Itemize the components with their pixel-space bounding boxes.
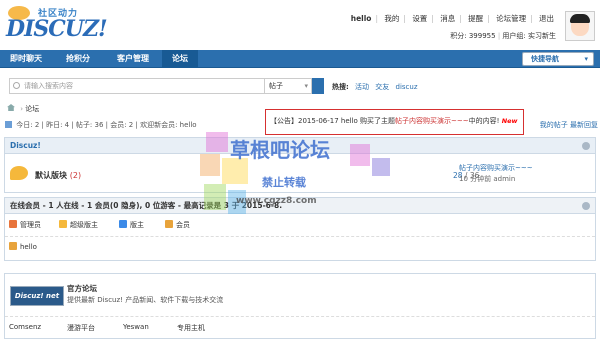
hot-search-item[interactable]: 活动 <box>355 83 369 91</box>
legend-mod: 版主 <box>119 220 144 230</box>
online-user-list: hello <box>5 236 595 256</box>
nav-item-chat[interactable]: 即时聊天 <box>0 50 52 68</box>
partner-link[interactable]: Yeswan <box>123 323 149 331</box>
member-icon <box>165 220 173 228</box>
category-title[interactable]: Discuz! <box>10 141 41 150</box>
avatar[interactable] <box>565 11 595 41</box>
search-input[interactable]: 请输入搜索内容 <box>9 78 265 94</box>
forum-today-count: (2) <box>69 171 82 180</box>
partner-link[interactable]: Comsenz <box>9 323 41 331</box>
notice-prefix: 【公告】2015-06-17 hello 购买了主题 <box>270 117 396 125</box>
official-desc: 提供最新 Discuz! 产品新闻、软件下载与技术交流 <box>67 296 224 304</box>
partner-link[interactable]: 专用主机 <box>177 323 205 333</box>
breadcrumb-forum-link[interactable]: 论坛 <box>25 105 39 113</box>
search-button[interactable] <box>312 78 324 94</box>
nav-item-customers[interactable]: 客户管理 <box>104 50 162 68</box>
collapse-icon[interactable] <box>582 202 590 210</box>
forum-row: 默认版块 (2) 28 / 36 帖子内容购买演示~~~ 10 分钟前 admi… <box>5 154 595 194</box>
avatar-hair <box>570 14 590 23</box>
stats-icon <box>5 121 12 128</box>
hot-search-item[interactable]: discuz <box>396 83 418 91</box>
search-bar: 请输入搜索内容 帖子 ▾ 热搜: 活动 交友 discuz <box>0 72 600 98</box>
user-bar: hello | 我的 | 设置 | 消息 | 提醒 | 论坛管理 | 退出 <box>350 14 554 23</box>
admin-icon <box>9 220 17 228</box>
forum-category: Discuz! 默认版块 (2) 28 / 36 帖子内容购买演示~~~ 10 … <box>4 137 596 193</box>
top-header: 社区动力 DISCUZ! hello | 我的 | 设置 | 消息 | 提醒 | 论坛管理… <box>0 0 600 48</box>
chevron-down-icon: ▾ <box>584 55 588 63</box>
partner-link[interactable]: 漫游平台 <box>67 323 95 333</box>
last-post-meta: 10 分钟前 admin <box>459 175 516 183</box>
nav-item-forum[interactable]: 论坛 <box>162 50 198 68</box>
friend-links: Discuz! net 官方论坛 提供最新 Discuz! 产品新闻、软件下载与… <box>4 273 596 339</box>
official-title[interactable]: 官方论坛 <box>67 283 97 294</box>
logout-link[interactable]: 退出 <box>539 14 554 23</box>
quick-nav-button[interactable]: 快捷导航 ▾ <box>522 52 594 66</box>
user-icon <box>9 242 17 250</box>
online-members: 在线会员 - 1 人在线 - 1 会员(0 隐身), 0 位游客 - 最高记录是… <box>4 197 596 261</box>
chevron-down-icon: ▾ <box>304 82 308 90</box>
nav-item-points[interactable]: 抢积分 <box>52 50 104 68</box>
category-header: Discuz! <box>5 138 595 154</box>
forum-admin-link[interactable]: 论坛管理 <box>496 14 526 23</box>
official-logo[interactable]: Discuz! net <box>10 286 64 306</box>
user-points[interactable]: 积分: 399955 <box>450 32 495 40</box>
online-user[interactable]: hello <box>9 242 37 251</box>
search-type-label: 帖子 <box>269 82 283 90</box>
stats-text: 今日: 2 | 昨日: 4 | 帖子: 36 | 会员: 2 | 欢迎新会员: … <box>16 121 197 129</box>
partner-links: Comsenz 漫游平台 Yeswan 专用主机 <box>5 316 595 338</box>
quick-nav-label: 快捷导航 <box>531 55 559 63</box>
messages-link[interactable]: 消息 <box>440 14 455 23</box>
legend-admin: 管理员 <box>9 220 41 230</box>
legend-member: 会员 <box>165 220 190 230</box>
online-header: 在线会员 - 1 人在线 - 1 会员(0 隐身), 0 位游客 - 最高记录是… <box>5 198 595 214</box>
forum-bubble-icon <box>10 166 28 180</box>
user-info: 积分: 399955 | 用户组: 实习新生 <box>450 32 556 40</box>
user-name-link[interactable]: hello <box>351 14 372 23</box>
group-legend: 管理员 超级版主 版主 会员 <box>5 214 595 236</box>
super-mod-icon <box>59 220 67 228</box>
settings-link[interactable]: 设置 <box>412 14 427 23</box>
new-badge: New <box>501 117 518 125</box>
search-type-select[interactable]: 帖子 ▾ <box>264 78 312 94</box>
hot-searches: 热搜: 活动 交友 discuz <box>332 82 422 92</box>
breadcrumb: › 论坛 <box>7 104 39 114</box>
hot-search-item[interactable]: 交友 <box>375 83 389 91</box>
legend-super-mod: 超级版主 <box>59 220 98 230</box>
notice-suffix: 中的内容! <box>468 117 500 125</box>
home-icon[interactable] <box>7 104 15 111</box>
last-post-link[interactable]: 帖子内容购买演示~~~ <box>459 163 533 173</box>
my-link[interactable]: 我的 <box>384 14 399 23</box>
online-title: 在线会员 - 1 人在线 - 1 会员(0 隐身), 0 位游客 - 最高记录是… <box>10 201 283 210</box>
collapse-icon[interactable] <box>582 142 590 150</box>
main-nav: 即时聊天 抢积分 客户管理 论坛 快捷导航 ▾ <box>0 50 600 68</box>
announcement-notice[interactable]: 【公告】2015-06-17 hello 购买了主题帖子内容购买演示~~~中的内… <box>265 109 524 135</box>
official-forum-link[interactable]: Discuz! net 官方论坛 提供最新 Discuz! 产品新闻、软件下载与… <box>5 274 595 316</box>
forum-name-link[interactable]: 默认版块 <box>35 171 67 180</box>
site-logo[interactable]: 社区动力 DISCUZ! <box>6 6 108 44</box>
forum-name[interactable]: 默认版块 (2) <box>35 170 81 181</box>
logo-text: DISCUZ! <box>6 16 108 42</box>
mod-icon <box>119 220 127 228</box>
hot-search-label: 热搜: <box>332 83 349 91</box>
reminders-link[interactable]: 提醒 <box>468 14 483 23</box>
user-group[interactable]: 用户组: 实习新生 <box>502 32 556 40</box>
forum-stats: 今日: 2 | 昨日: 4 | 帖子: 36 | 会员: 2 | 欢迎新会员: … <box>5 120 199 130</box>
my-posts-links[interactable]: 我的帖子 最新回复 <box>540 120 598 130</box>
search-icon <box>13 82 20 89</box>
notice-topic-link[interactable]: 帖子内容购买演示~~~ <box>395 117 469 125</box>
